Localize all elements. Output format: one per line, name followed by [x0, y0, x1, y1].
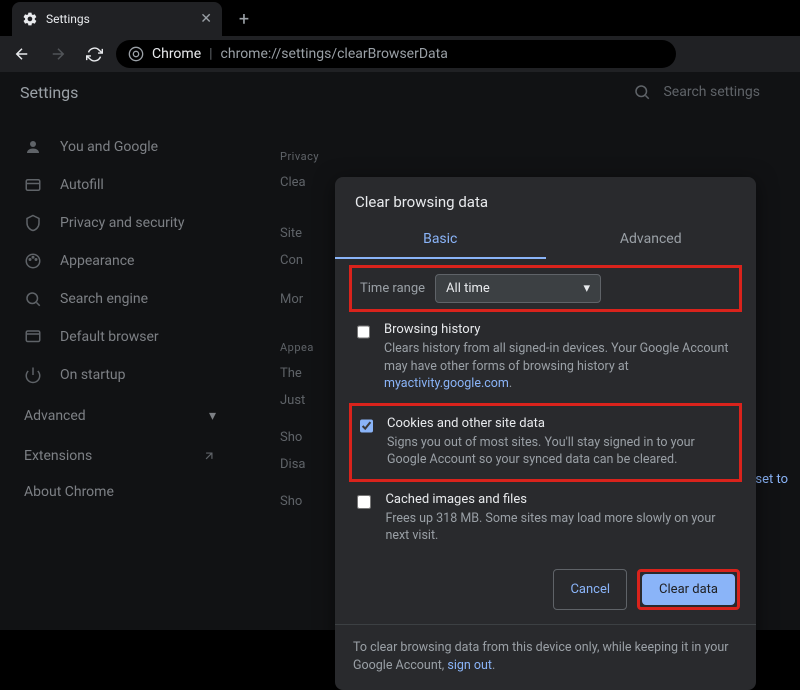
external-link-icon: [202, 449, 216, 463]
close-icon[interactable]: ✕: [200, 11, 212, 27]
option-desc: Clears history from all signed-in device…: [384, 340, 734, 393]
search-icon: [24, 290, 42, 308]
person-icon: [24, 138, 42, 156]
back-button[interactable]: [8, 40, 36, 68]
sign-out-link[interactable]: sign out: [447, 658, 492, 673]
browser-icon: [24, 328, 42, 346]
sidebar-item-default-browser[interactable]: Default browser: [0, 318, 240, 356]
clear-data-button[interactable]: Clear data: [642, 574, 735, 605]
sidebar-item-label: Default browser: [60, 329, 159, 345]
shield-icon: [24, 214, 42, 232]
sidebar-item-label: Privacy and security: [60, 215, 184, 231]
dialog-actions: Cancel Clear data: [335, 555, 756, 624]
option-desc: Frees up 318 MB. Some sites may load mor…: [385, 510, 734, 545]
sidebar-item-label: Autofill: [60, 177, 104, 193]
checkbox-cached[interactable]: [357, 494, 371, 510]
content-area: Settings Search settings You and Google …: [0, 72, 800, 630]
dialog-title: Clear browsing data: [335, 177, 756, 221]
dialog-tabs: Basic Advanced: [335, 221, 756, 259]
browser-tab[interactable]: Settings ✕: [12, 2, 222, 36]
option-desc: Signs you out of most sites. You'll stay…: [387, 434, 731, 469]
omnibox-divider: |: [209, 46, 212, 62]
gear-icon: [22, 11, 38, 27]
page-title: Settings: [20, 83, 78, 102]
cancel-button[interactable]: Cancel: [553, 569, 627, 610]
sidebar-item-label: Appearance: [60, 253, 134, 269]
reload-button[interactable]: [80, 40, 108, 68]
tab-basic[interactable]: Basic: [335, 221, 546, 259]
toolbar: Chrome | chrome://settings/clearBrowserD…: [0, 36, 800, 72]
omnibox-url: chrome://settings/clearBrowserData: [221, 46, 448, 62]
clear-data-highlight: Clear data: [637, 569, 740, 610]
autofill-icon: [24, 176, 42, 194]
search-settings[interactable]: Search settings: [633, 83, 760, 101]
option-title: Cached images and files: [385, 492, 734, 507]
chevron-down-icon: ▾: [584, 281, 591, 296]
palette-icon: [24, 252, 42, 270]
tab-bar: Settings ✕ +: [0, 0, 800, 36]
option-title: Cookies and other site data: [387, 416, 731, 431]
time-range-select[interactable]: All time ▾: [435, 274, 601, 303]
sidebar-item-label: You and Google: [60, 139, 158, 155]
time-range-value: All time: [446, 281, 490, 296]
sidebar-extensions[interactable]: Extensions: [0, 438, 240, 474]
chrome-icon: [128, 46, 144, 62]
tab-title: Settings: [46, 12, 192, 26]
sidebar-item-label: Search engine: [60, 291, 148, 307]
chevron-down-icon: ▾: [209, 408, 216, 424]
time-range-label: Time range: [360, 281, 425, 296]
sidebar-item-search-engine[interactable]: Search engine: [0, 280, 240, 318]
sidebar-item-you-and-google[interactable]: You and Google: [0, 128, 240, 166]
sidebar-item-on-startup[interactable]: On startup: [0, 356, 240, 394]
address-bar[interactable]: Chrome | chrome://settings/clearBrowserD…: [116, 40, 676, 68]
clear-browsing-data-dialog: Clear browsing data Basic Advanced Time …: [335, 177, 756, 690]
option-title: Browsing history: [384, 322, 734, 337]
sidebar-about[interactable]: About Chrome: [0, 474, 240, 510]
sidebar: You and Google Autofill Privacy and secu…: [0, 120, 240, 518]
sidebar-item-appearance[interactable]: Appearance: [0, 242, 240, 280]
checkbox-browsing-history[interactable]: [357, 324, 370, 340]
omnibox-label: Chrome: [152, 46, 201, 62]
time-range-row: Time range All time ▾: [349, 265, 742, 312]
sidebar-advanced[interactable]: Advanced▾: [0, 394, 240, 438]
option-browsing-history[interactable]: Browsing history Clears history from all…: [349, 312, 742, 403]
option-cookies[interactable]: Cookies and other site data Signs you ou…: [349, 403, 742, 482]
sidebar-item-privacy[interactable]: Privacy and security: [0, 204, 240, 242]
checkbox-cookies[interactable]: [360, 418, 373, 434]
tab-advanced[interactable]: Advanced: [546, 221, 757, 259]
myactivity-link[interactable]: myactivity.google.com: [384, 376, 509, 391]
forward-button[interactable]: [44, 40, 72, 68]
sidebar-item-autofill[interactable]: Autofill: [0, 166, 240, 204]
settings-header: Settings Search settings: [0, 72, 800, 112]
new-tab-button[interactable]: +: [230, 5, 258, 33]
search-placeholder: Search settings: [663, 84, 760, 100]
sidebar-item-label: On startup: [60, 367, 126, 383]
dialog-footer: To clear browsing data from this device …: [335, 624, 756, 690]
power-icon: [24, 366, 42, 384]
option-cached-images[interactable]: Cached images and files Frees up 318 MB.…: [349, 482, 742, 555]
search-icon: [633, 83, 651, 101]
